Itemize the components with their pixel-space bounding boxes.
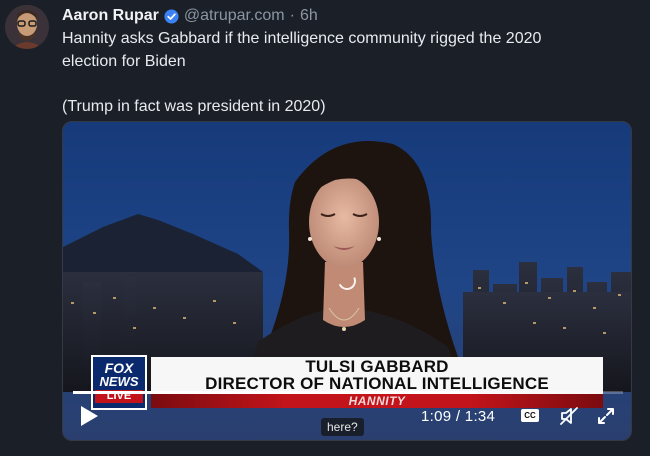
post-header: Aaron Rupar @atrupar.com · 6h [62, 5, 318, 27]
verified-badge-icon [164, 8, 179, 24]
author-name[interactable]: Aaron Rupar [62, 7, 159, 25]
video-progress-bar[interactable] [73, 391, 623, 394]
logo-text: NEWS [99, 374, 139, 389]
play-icon[interactable] [79, 405, 99, 427]
post-text-line: election for Biden [62, 53, 186, 70]
post-text-line: (Trump in fact was president in 2020) [62, 98, 326, 115]
author-handle[interactable]: @atrupar.com [184, 7, 285, 25]
video-player[interactable]: FOX NEWS LIVE TULSI GABBARD DIRECTOR OF … [62, 121, 632, 441]
video-time-display: 1:09 / 1:34 [421, 408, 496, 425]
speaker-muted-icon[interactable] [559, 406, 579, 426]
video-progress-fill [73, 391, 477, 394]
fullscreen-icon[interactable] [597, 407, 615, 425]
post: Aaron Rupar @atrupar.com · 6h Hannity as… [0, 0, 650, 456]
post-text-line: Hannity asks Gabbard if the intelligence… [62, 30, 542, 47]
author-avatar[interactable] [5, 5, 49, 49]
post-timestamp[interactable]: 6h [300, 7, 318, 25]
separator-dot: · [289, 7, 295, 24]
caption-text: here? [321, 418, 364, 436]
post-text: Hannity asks Gabbard if the intelligence… [62, 27, 622, 118]
chyron-name: TULSI GABBARD [305, 357, 449, 376]
chyron-nameplate: TULSI GABBARD DIRECTOR OF NATIONAL INTEL… [151, 357, 603, 394]
closed-captions-icon[interactable]: CC [521, 409, 539, 422]
cc-label: CC [524, 411, 536, 420]
